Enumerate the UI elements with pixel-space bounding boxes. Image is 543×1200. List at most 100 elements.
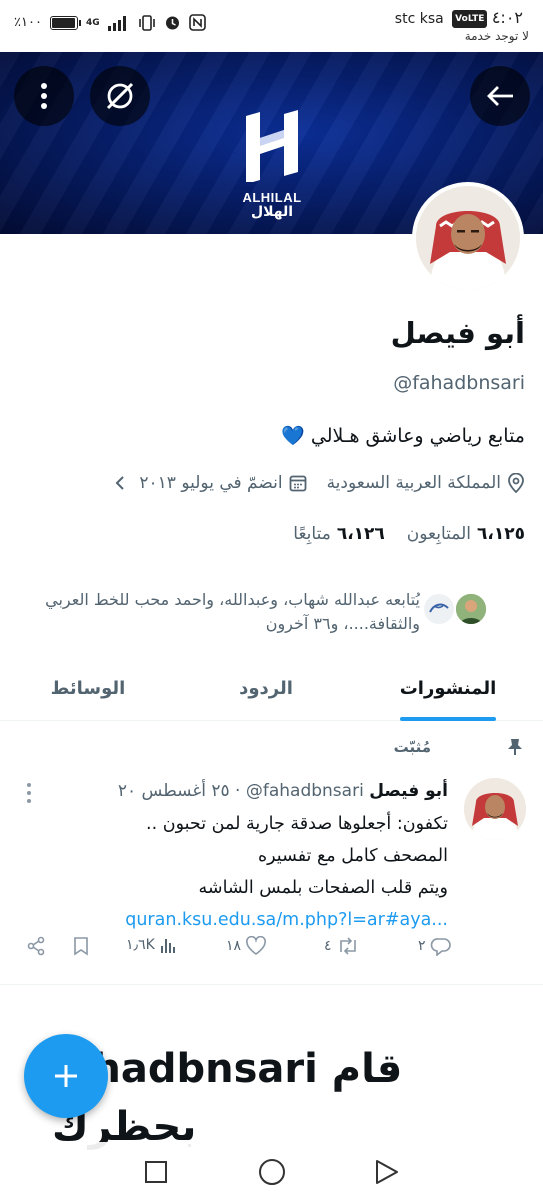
blocked-line-1: قام fahadbnsari [48,1040,508,1098]
share-icon [27,936,45,956]
tweet-separator: · [235,781,241,801]
tab-active-indicator [400,717,496,721]
tweet-line-3: ويتم قلب الصفحات بلمس الشاشه [198,878,448,898]
tweet-avatar[interactable] [464,778,526,840]
carrier-name: stc ksa [394,11,444,27]
like-button[interactable]: ١٨ [226,936,267,956]
followers-label: المتابِعون [406,524,472,544]
tab-replies[interactable]: الردود [196,655,336,721]
status-bar: stc ksa VoLTE ٤:٠٢ لا توجد خدمة ٪١٠٠ 4G [0,0,543,52]
status-right: stc ksa VoLTE ٤:٠٢ لا توجد خدمة [395,10,529,44]
more-options-button[interactable] [14,66,74,126]
calendar-icon [289,475,306,492]
followed-by[interactable]: يُتابعه عبدالله شهاب، وعبدالله، واحمد مح… [0,588,420,636]
followed-by-line1: يُتابعه عبدالله شهاب، وعبدالله، واحمد مح… [45,590,420,609]
likes-count: ١٨ [226,938,242,954]
profile-meta: المملكة العربية السعودية انضمّ في يوليو … [113,473,525,493]
avatar-image [416,186,520,290]
logo-text-en: ALHILAL [242,190,302,205]
follower-avatar-2 [422,592,456,626]
replies-count: ٢ [418,938,426,954]
tweet-link[interactable]: quran.ksu.edu.sa/m.php?l=ar#aya... [68,904,448,936]
tweet-handle[interactable]: @fahadbnsari [246,781,364,801]
tab-media[interactable]: الوسائط [18,655,158,721]
signal-icon [107,15,126,31]
recents-icon[interactable] [144,1160,168,1184]
compose-fab[interactable] [24,1034,108,1118]
tweet-line-1: تكفون: أجعلوها صدقة جارية لمن تحبون .. [146,814,448,834]
followers-count: ٦،١٢٥ [477,524,525,544]
blocked-word: قام [331,1046,403,1092]
status-left: ٪١٠٠ 4G [14,14,206,31]
follow-stats: ٦،١٢٥المتابِعون ٦،١٢٦متابِعًا [293,524,525,544]
battery-fill [51,17,75,28]
nfc-icon [188,14,206,31]
following-label: متابِعًا [293,524,331,544]
arrow-back-icon [487,86,513,106]
tweet-date[interactable]: ٢٥ أغسطس ٢٠ [118,781,230,801]
volte-badge: VoLTE [452,10,488,28]
alhilal-logo: ALHILAL الهلال [232,108,312,219]
grok-button[interactable] [90,66,150,126]
profile-joined: انضمّ في يوليو ٢٠١٣ [139,473,283,493]
tweet-more-icon[interactable] [24,782,34,804]
follower-avatar-2-image [424,594,454,624]
pinned-label: مُثبّت [393,738,431,756]
tweet-body[interactable]: تكفون: أجعلوها صدقة جارية لمن تحبون .. ا… [68,808,448,936]
profile-avatar[interactable] [412,182,524,294]
views-count: ١٫٦K [126,937,155,953]
tab-replies-label: الردود [239,677,293,699]
grok-icon [106,82,134,110]
vibrate-icon [138,14,155,31]
alarm-icon [165,16,179,30]
battery-icon [49,15,81,30]
battery-percent: ٪١٠٠ [14,15,42,30]
profile-tabs: المنشورات الردود الوسائط [0,655,543,721]
tab-posts-label: المنشورات [399,677,497,699]
followers-link[interactable]: ٦،١٢٥المتابِعون [407,524,525,544]
system-nav-bar [0,1142,543,1200]
back-nav-icon[interactable] [374,1158,400,1186]
blocked-card: قام fahadbnsari بحظرك [48,1040,508,1156]
tweet-actions: ١٫٦K ١٨ ٤ ٢ [26,936,456,968]
tab-media-label: الوسائط [50,677,126,699]
profile-location: المملكة العربية السعودية [326,473,501,493]
pin-icon [508,739,522,755]
bookmark-icon [74,937,88,956]
feed-divider [0,984,543,985]
plus-icon [55,1065,77,1087]
share-button[interactable] [26,936,46,956]
logo-text-ar: الهلال [250,204,294,220]
status-time: ٤:٠٢ [491,8,523,27]
reply-button[interactable]: ٢ [418,936,452,956]
follower-avatar-1-image [456,594,486,624]
bookmark-button[interactable] [72,936,90,956]
followed-by-line2: والثقافة....، و٣٦ آخرون [265,614,420,633]
network-type: 4G [85,17,100,28]
tab-posts[interactable]: المنشورات [378,655,518,721]
views-button[interactable]: ١٫٦K [126,936,177,954]
chevron-left-icon[interactable] [113,474,127,492]
home-icon[interactable] [258,1158,286,1186]
tweet-avatar-image [464,778,526,840]
alhilal-emblem-icon [246,110,298,184]
following-link[interactable]: ٦،١٢٦متابِعًا [293,524,385,544]
retweet-icon [339,937,356,955]
heart-icon [246,936,266,955]
pinned-indicator: مُثبّت [394,738,523,756]
tweet-line-2: المصحف كامل مع تفسيره [257,846,448,866]
tweet-author[interactable]: أبو فيصل [369,781,448,801]
retweet-button[interactable]: ٤ [324,936,360,956]
back-button[interactable] [470,66,530,126]
tweet-header: أبو فيصل @fahadbnsari · ٢٥ أغسطس ٢٠ [118,781,448,801]
more-vertical-icon [41,83,47,109]
follower-avatar-1 [454,592,488,626]
profile-handle: @fahadbnsari [393,372,525,394]
location-icon [508,473,524,493]
views-icon [160,939,175,953]
profile-name: أبو فيصل [390,316,525,350]
profile-bio: متابع رياضي وعاشق هـلالي 💙 [281,425,525,447]
retweets-count: ٤ [324,938,332,954]
following-count: ٦،١٢٦ [336,524,385,544]
no-service-text: لا توجد خدمة [464,29,529,43]
